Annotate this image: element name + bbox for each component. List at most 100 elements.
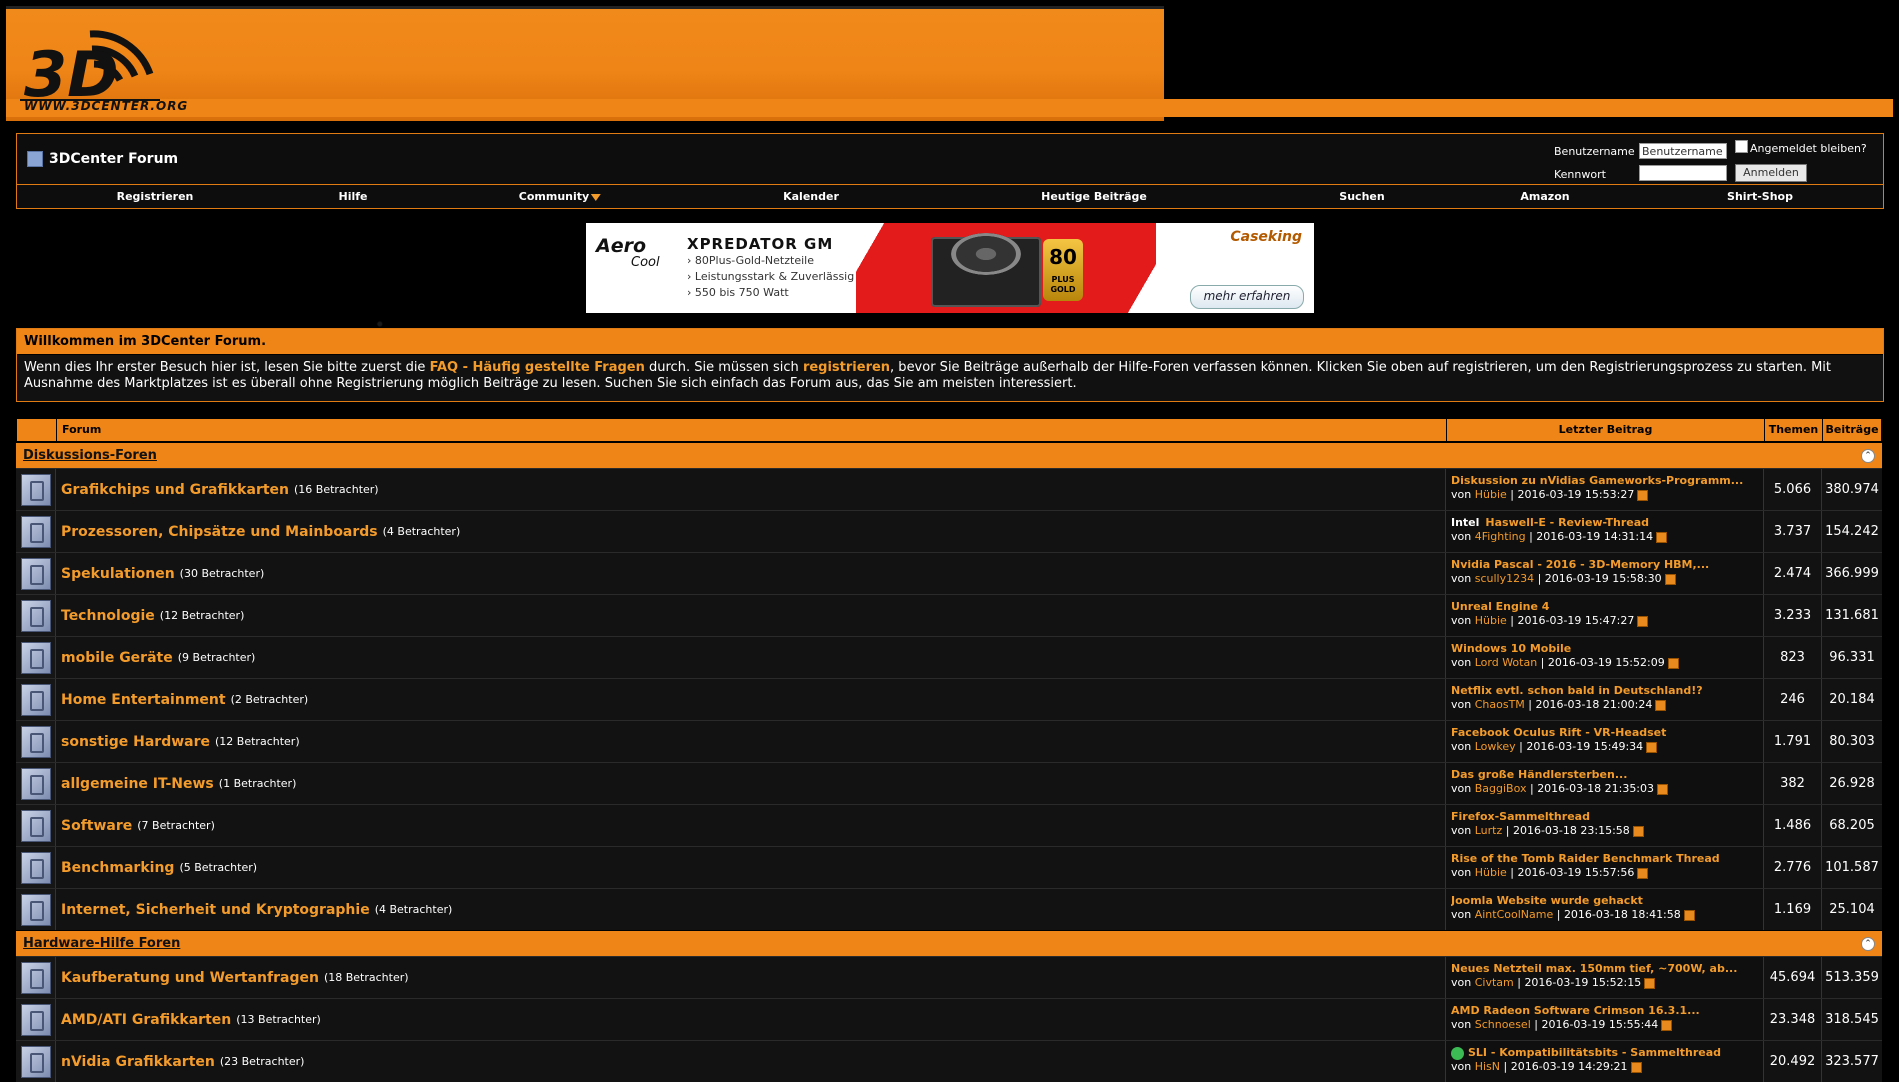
header-last-post: Letzter Beitrag (1447, 419, 1765, 441)
goto-last-post-icon[interactable] (1646, 741, 1658, 753)
nav-calendar[interactable]: Kalender (783, 190, 839, 203)
forum-icon (20, 683, 51, 716)
header-posts: Beiträge (1825, 423, 1879, 436)
last-post-user[interactable]: Hübie (1475, 614, 1507, 627)
ad-banner[interactable]: Aero Cool XPREDATOR GM › 80Plus-Gold-Net… (586, 223, 1314, 313)
nav-community[interactable]: Community (519, 190, 602, 203)
last-post-user[interactable]: Hübie (1475, 488, 1507, 501)
last-post-title[interactable]: Diskussion zu nVidias Gameworks-Programm… (1451, 474, 1743, 487)
post-count: 96.331 (1829, 650, 1875, 665)
goto-last-post-icon[interactable] (1661, 1019, 1673, 1031)
last-post-user[interactable]: Lowkey (1475, 740, 1516, 753)
last-post-user[interactable]: scully1234 (1475, 572, 1534, 585)
last-post-cell: Netflix evtl. schon bald in Deutschland!… (1446, 679, 1764, 720)
site-header: 3D WWW.3DCENTER.ORG (6, 6, 1893, 121)
last-post-user[interactable]: Lord Wotan (1475, 656, 1537, 669)
nav-todays-posts[interactable]: Heutige Beiträge (1041, 190, 1147, 203)
last-post-title[interactable]: Netflix evtl. schon bald in Deutschland!… (1451, 684, 1703, 697)
nav-amazon[interactable]: Amazon (1520, 190, 1569, 203)
home-icon[interactable] (27, 151, 43, 167)
last-post-user[interactable]: Schnoesel (1475, 1018, 1531, 1031)
forum-link[interactable]: nVidia Grafikkarten (61, 1054, 215, 1070)
last-post-cell: Unreal Engine 4 von Hübie | 2016-03-19 15… (1446, 595, 1764, 636)
post-count: 80.303 (1829, 734, 1875, 749)
last-post-title[interactable]: Firefox-Sammelthread (1451, 810, 1590, 823)
forum-link[interactable]: Benchmarking (61, 860, 174, 876)
last-post-title[interactable]: AMD Radeon Software Crimson 16.3.1... (1451, 1004, 1700, 1017)
goto-last-post-icon[interactable] (1637, 615, 1649, 627)
goto-last-post-icon[interactable] (1667, 657, 1679, 669)
forum-status-cell (16, 889, 56, 930)
forum-link[interactable]: Spekulationen (61, 566, 175, 582)
register-link[interactable]: registrieren (803, 360, 890, 375)
last-post-user[interactable]: ChaosTM (1475, 698, 1525, 711)
goto-last-post-icon[interactable] (1637, 867, 1649, 879)
goto-last-post-icon[interactable] (1656, 531, 1668, 543)
nav-search[interactable]: Suchen (1339, 190, 1384, 203)
last-post-cell: Facebook Oculus Rift - VR-Headset von Low… (1446, 721, 1764, 762)
goto-last-post-icon[interactable] (1664, 573, 1676, 585)
last-post-title[interactable]: Joomla Website wurde gehackt (1451, 894, 1643, 907)
last-post-title[interactable]: Windows 10 Mobile (1451, 642, 1571, 655)
forum-link[interactable]: sonstige Hardware (61, 734, 210, 750)
last-post-user[interactable]: 4Fighting (1475, 530, 1526, 543)
goto-last-post-icon[interactable] (1657, 783, 1669, 795)
category-title[interactable]: Hardware-Hilfe Foren (23, 936, 180, 951)
last-post-title[interactable]: Neues Netzteil max. 150mm tief, ~700W, a… (1451, 962, 1737, 975)
last-post-date: 2016-03-18 21:00:24 (1535, 698, 1653, 711)
login-button[interactable]: Anmelden (1735, 164, 1807, 182)
nav-help[interactable]: Hilfe (339, 190, 368, 203)
collapse-icon[interactable]: ⌃ (1861, 448, 1875, 463)
forum-table: Forum Letzter Beitrag Themen Beiträge Di… (16, 418, 1882, 1082)
last-post-title[interactable]: Facebook Oculus Rift - VR-Headset (1451, 726, 1666, 739)
username-input[interactable] (1639, 143, 1727, 159)
ad-cta-button[interactable]: mehr erfahren (1190, 285, 1304, 309)
last-post-title[interactable]: Nvidia Pascal - 2016 - 3D-Memory HBM,... (1451, 558, 1709, 571)
forum-link[interactable]: allgemeine IT-News (61, 776, 214, 792)
goto-last-post-icon[interactable] (1644, 977, 1656, 989)
goto-last-post-icon[interactable] (1637, 489, 1649, 501)
last-post-user[interactable]: HisN (1475, 1060, 1500, 1073)
goto-last-post-icon[interactable] (1632, 825, 1644, 837)
category-title[interactable]: Diskussions-Foren (23, 448, 157, 463)
remember-checkbox[interactable] (1735, 140, 1748, 153)
last-post-user[interactable]: Lurtz (1475, 824, 1503, 837)
last-post-user[interactable]: AintCoolName (1475, 908, 1554, 921)
forum-link[interactable]: Kaufberatung und Wertanfragen (61, 970, 319, 986)
last-post-title[interactable]: SLI - Kompatibilitätsbits - Sammelthread (1468, 1046, 1721, 1059)
goto-last-post-icon[interactable] (1683, 909, 1695, 921)
breadcrumb[interactable]: 3DCenter Forum (27, 151, 178, 167)
forum-title[interactable]: 3DCenter Forum (49, 151, 178, 167)
table-row: Home Entertainment (2 Betrachter) Netflix … (16, 678, 1882, 720)
last-post-title[interactable]: Unreal Engine 4 (1451, 600, 1549, 613)
table-row: Technologie (12 Betrachter) Unreal Engine … (16, 594, 1882, 636)
forum-link[interactable]: Grafikchips und Grafikkarten (61, 482, 289, 498)
last-post-user[interactable]: Hübie (1475, 866, 1507, 879)
forum-link[interactable]: mobile Geräte (61, 650, 173, 666)
thread-count: 3.737 (1764, 511, 1822, 552)
thread-count: 3.233 (1764, 595, 1822, 636)
viewer-count: (5 Betrachter) (179, 861, 258, 874)
forum-link[interactable]: Technologie (61, 608, 155, 624)
last-post-user[interactable]: BaggiBox (1475, 782, 1527, 795)
forum-link[interactable]: Prozessoren, Chipsätze und Mainboards (61, 524, 378, 540)
forum-cell: Technologie (12 Betrachter) (56, 595, 1446, 636)
forum-link[interactable]: Internet, Sicherheit und Kryptographie (61, 902, 370, 918)
ad-bullet: › 550 bis 750 Watt (687, 286, 789, 299)
forum-link[interactable]: Home Entertainment (61, 692, 226, 708)
goto-last-post-icon[interactable] (1655, 699, 1667, 711)
last-post-title[interactable]: Das große Händlersterben... (1451, 768, 1627, 781)
collapse-icon[interactable]: ⌃ (1861, 936, 1875, 951)
password-input[interactable] (1639, 165, 1727, 181)
last-post-title[interactable]: Haswell-E - Review-Thread (1485, 516, 1649, 529)
forum-link[interactable]: AMD/ATI Grafikkarten (61, 1012, 231, 1028)
faq-link[interactable]: FAQ - Häufig gestellte Fragen (430, 360, 645, 375)
last-post-user[interactable]: Civtam (1475, 976, 1514, 989)
nav-register[interactable]: Registrieren (117, 190, 194, 203)
forum-link[interactable]: Software (61, 818, 132, 834)
last-post-title[interactable]: Rise of the Tomb Raider Benchmark Thread (1451, 852, 1720, 865)
goto-last-post-icon[interactable] (1630, 1061, 1642, 1073)
nav-shirt-shop[interactable]: Shirt-Shop (1727, 190, 1793, 203)
table-row: Kaufberatung und Wertanfragen (18 Betrach… (16, 956, 1882, 998)
forum-status-cell (16, 637, 56, 678)
